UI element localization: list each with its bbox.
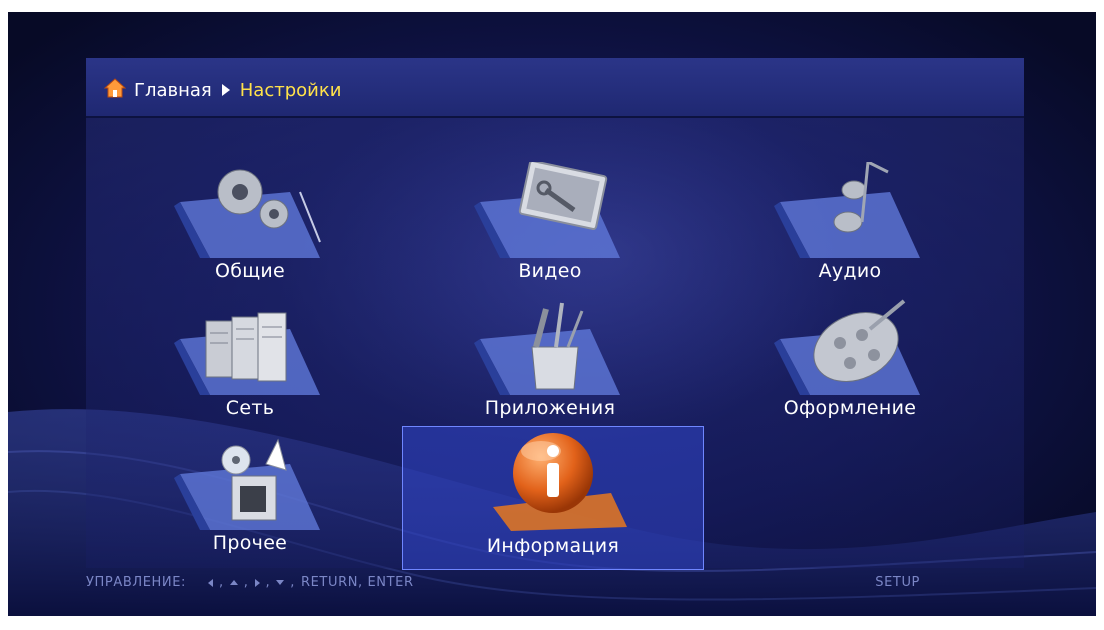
misc-folder-icon [174, 438, 320, 530]
tile-general[interactable]: Общие [100, 160, 400, 300]
footer: УПРАВЛЕНИЕ: , , , , RETURN, ENTER SETUP [86, 572, 1024, 596]
audio-folder-icon [774, 162, 920, 258]
tile-label: Сеть [225, 397, 275, 419]
breadcrumb: Главная Настройки [103, 76, 342, 104]
arrow-up-icon [229, 580, 238, 585]
key-separator: , [219, 575, 224, 590]
palette-folder-icon [774, 299, 920, 395]
tile-label: Информация [486, 535, 620, 557]
tile-audio[interactable]: Аудио [700, 160, 1000, 300]
tile-appearance[interactable]: Оформление [700, 297, 1000, 437]
triangle-right-icon [221, 84, 230, 96]
tile-other[interactable]: Прочее [100, 432, 400, 572]
gears-folder-icon [174, 169, 321, 258]
tile-label: Приложения [484, 397, 616, 419]
setup-label: SETUP [875, 575, 920, 590]
arrow-left-icon [208, 578, 214, 587]
breadcrumb-home[interactable]: Главная [134, 80, 212, 101]
tile-label: Аудио [818, 260, 882, 282]
controls-hint: УПРАВЛЕНИЕ: , , , , RETURN, ENTER [86, 575, 414, 590]
key-separator: , [243, 575, 249, 590]
tile-label: Прочее [212, 532, 288, 554]
key-separator: , [265, 575, 271, 590]
arrow-right-icon [254, 578, 260, 587]
tools-folder-icon [474, 302, 620, 395]
arrow-down-icon [276, 580, 285, 585]
tile-applications[interactable]: Приложения [400, 297, 700, 437]
video-folder-icon [474, 162, 620, 258]
breadcrumb-current: Настройки [239, 79, 342, 101]
network-folder-icon [174, 312, 320, 395]
key-separator: , [290, 575, 295, 590]
tile-label: Оформление [783, 397, 917, 419]
home-icon [103, 77, 127, 104]
tile-network[interactable]: Сеть [100, 297, 400, 437]
tile-label: Общие [214, 260, 286, 282]
tile-video[interactable]: Видео [400, 160, 700, 300]
controls-label: УПРАВЛЕНИЕ: [86, 575, 187, 590]
info-icon [493, 433, 627, 531]
tile-label: Видео [518, 260, 582, 282]
keys-text: RETURN, ENTER [300, 575, 414, 590]
tile-information[interactable]: Информация [402, 426, 704, 570]
